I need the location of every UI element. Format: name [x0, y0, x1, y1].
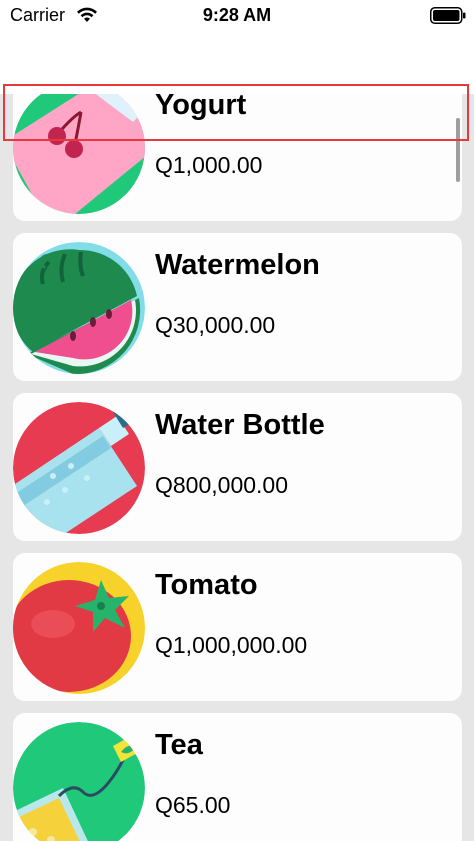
product-card-yogurt[interactable]: Yogurt Q1,000.00 [13, 94, 462, 221]
product-name: Tomato [155, 569, 258, 601]
water-bottle-icon [13, 402, 145, 534]
product-price: Q65.00 [155, 792, 231, 818]
battery-icon [430, 7, 466, 24]
product-price: Q30,000.00 [155, 312, 276, 338]
watermelon-icon [13, 242, 145, 374]
product-price: Q800,000.00 [155, 472, 289, 498]
product-card-tea[interactable]: Tea Q65.00 [13, 713, 462, 841]
product-name: Yogurt [155, 94, 247, 121]
tomato-icon [13, 562, 145, 694]
product-price: Q1,000,000.00 [155, 632, 308, 658]
product-list[interactable]: Yogurt Q1,000.00 Watermelon Q30,000.00 W… [0, 94, 474, 841]
product-card-tomato[interactable]: Tomato Q1,000,000.00 [13, 553, 462, 701]
yogurt-icon [13, 94, 145, 214]
status-time: 9:28 AM [202, 5, 272, 25]
tea-icon [13, 722, 145, 841]
status-bar: Carrier 9:28 AM [0, 0, 474, 34]
product-name: Watermelon [155, 249, 320, 281]
product-name: Water Bottle [155, 409, 325, 441]
product-name: Tea [155, 729, 203, 761]
product-price: Q1,000.00 [155, 152, 263, 178]
product-card-water-bottle[interactable]: Water Bottle Q800,000.00 [13, 393, 462, 541]
product-card-watermelon[interactable]: Watermelon Q30,000.00 [13, 233, 462, 381]
scroll-indicator[interactable] [456, 118, 460, 182]
